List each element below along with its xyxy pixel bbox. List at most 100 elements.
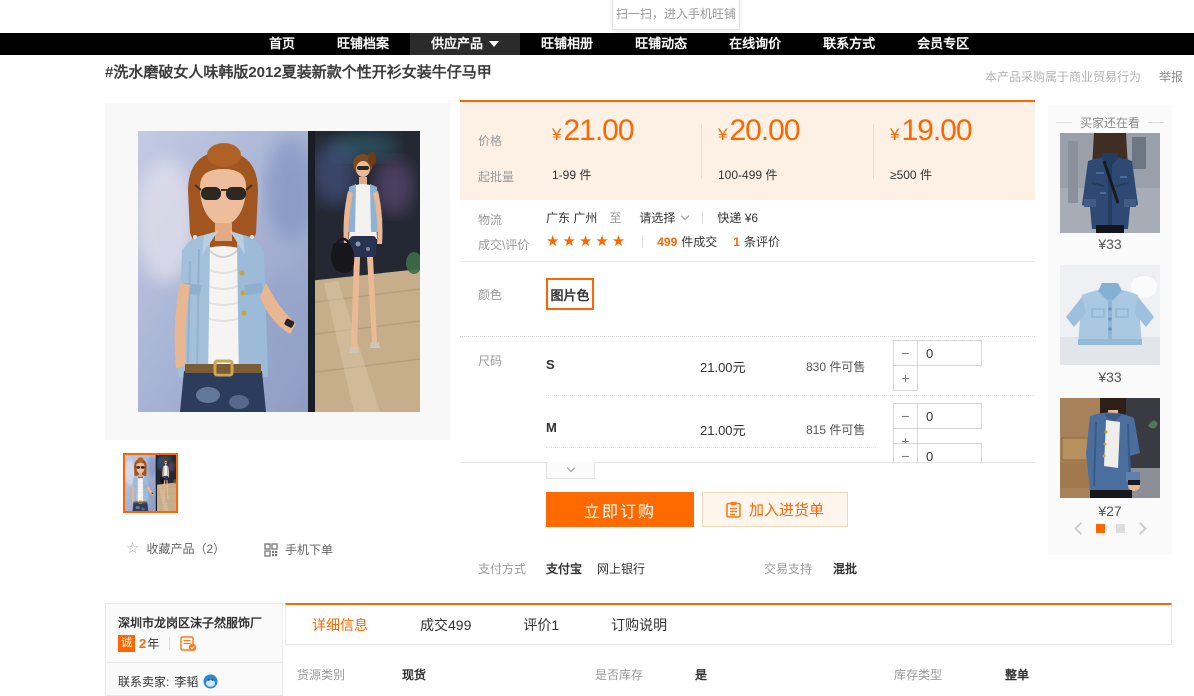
rating-label: 成交\评价 [478,236,529,253]
report-link[interactable]: 举报 [1159,68,1183,85]
contact-seller-row: 联系卖家: 李韬 [118,673,218,690]
recommended-product-image[interactable] [1060,398,1160,498]
dropdown-caret-icon [489,41,499,47]
rating-row: ★★★★★ 499 件成交 1 条评价 [546,233,780,250]
tooltip-text: 扫一扫，进入手机旺铺 [616,5,736,22]
recommended-product-price: ¥33 [1048,236,1172,252]
price-tier-2: ¥ 20.00 [718,114,800,148]
divider [642,235,643,248]
moq-label: 起批量 [478,168,514,185]
clipboard-icon [726,501,741,518]
price-tier-1: ¥ 21.00 [552,114,634,148]
currency-symbol: ¥ [718,125,727,145]
color-label: 颜色 [478,286,502,303]
color-option-selected[interactable]: 图片色 [546,278,594,310]
tier-divider [701,124,702,179]
pager-prev-icon[interactable] [1074,522,1087,535]
tab-sales[interactable]: 成交499 [420,615,471,635]
destination-select[interactable]: 请选择 [639,209,675,226]
nav-item-contact[interactable]: 联系方式 [802,33,896,55]
certificate-icon[interactable] [180,636,197,652]
tab-reviews[interactable]: 评价1 [523,615,559,635]
tab-details[interactable]: 详细信息 [312,615,368,635]
wangwang-chat-icon[interactable] [203,674,218,689]
sold-count[interactable]: 499 [657,235,677,249]
tab-order-info[interactable]: 订购说明 [611,615,667,635]
divider [169,637,170,650]
integrity-badge: 诚 [118,635,135,652]
attribute-label: 货源类别 [297,666,345,683]
nav-item-albums[interactable]: 旺铺相册 [520,33,614,55]
trade-support-value: 混批 [833,560,857,577]
quantity-decrement-button[interactable]: − [893,403,918,429]
price-tier-3: ¥ 19.00 [890,114,972,148]
order-now-button[interactable]: 立即订购 [546,492,694,527]
to-label: 至 [609,209,621,226]
quantity-decrement-button[interactable]: − [893,443,918,462]
attribute-label: 库存类型 [894,666,942,683]
add-to-cart-button[interactable]: 加入进货单 [702,492,848,527]
chevron-down-icon [566,464,574,472]
nav-item-home[interactable]: 首页 [248,33,316,55]
recommended-product-price: ¥33 [1048,369,1172,385]
size-row-price: 21.00元 [700,357,746,376]
review-count[interactable]: 1 [733,235,740,249]
express-fee: 快递 ¥6 [717,209,758,226]
size-row-stock: 815 件可售 [806,421,865,438]
product-thumbnail[interactable] [123,453,178,513]
quantity-stepper: − + [893,340,983,391]
size-row-stock: 830 件可售 [806,358,865,375]
attribute-value: 是 [695,666,707,683]
payment-method-bank: 网上银行 [597,560,645,577]
price-panel: 价格 起批量 ¥ 21.00 ¥ 20.00 ¥ 19.00 1-99 件 10… [460,100,1035,200]
product-title: #洗水磨破女人味韩版2012夏装新款个性开衫女装牛仔马甲 [105,61,492,82]
recommended-product-image[interactable] [1060,133,1160,233]
denim-jacket-photo [1060,398,1160,498]
nav-item-inquiry[interactable]: 在线询价 [708,33,802,55]
payment-label: 支付方式 [478,560,526,577]
favorite-product-button[interactable]: ☆ 收藏产品（2） [126,540,225,557]
attribute-value: 现货 [402,666,426,683]
payment-method-alipay: 支付宝 [546,560,582,577]
recommended-product-image[interactable] [1060,265,1160,365]
recommendations-panel: 买家还在看 ¥33 [1048,105,1172,555]
quantity-increment-button[interactable]: + [893,365,918,391]
quantity-decrement-button[interactable]: − [893,340,918,366]
favorite-label: 收藏产品（2） [146,540,225,557]
tier-divider [873,124,874,179]
pager-next-icon[interactable] [1134,522,1147,535]
nav-item-members[interactable]: 会员专区 [896,33,990,55]
pager-dot[interactable] [1116,524,1125,533]
product-photo [138,131,420,412]
contact-name[interactable]: 李韬 [174,673,198,690]
origin-region: 广东 广州 [546,209,597,226]
nav-item-shop-profile[interactable]: 旺铺档案 [316,33,410,55]
logistics-row: 广东 广州 至 请选择 快递 ¥6 [546,209,758,226]
seller-name[interactable]: 深圳市龙岗区沫子然服饰厂 [118,614,262,631]
seller-card: 深圳市龙岗区沫子然服饰厂 诚 2 年 联系卖家: 李韬 [105,603,283,696]
recommendations-pager [1048,524,1172,533]
attribute-label: 是否库存 [595,666,643,683]
star-rating-icon: ★★★★★ [546,235,628,249]
currency-symbol: ¥ [552,125,561,145]
mobile-order-label: 手机下单 [285,541,333,558]
size-row-name: M [546,420,557,435]
nav-item-updates[interactable]: 旺铺动态 [614,33,708,55]
row-divider [546,395,1035,396]
pager-dot-active[interactable] [1096,524,1105,533]
product-image[interactable] [105,103,450,440]
expand-sizes-button[interactable] [546,462,595,479]
size-list: S 21.00元 830 件可售 − + M 21.00元 815 件可售 − … [460,337,1035,462]
quantity-input[interactable] [917,403,982,429]
quantity-input[interactable] [917,443,982,462]
nav-item-products[interactable]: 供应产品 [410,33,520,55]
mobile-order-button[interactable]: 手机下单 [264,541,333,558]
detail-tabbar: 详细信息 成交499 评价1 订购说明 [285,603,1172,645]
product-thumbnail-photo [125,455,176,511]
moq-tier-2: 100-499 件 [718,166,777,183]
row-divider [546,447,876,448]
chevron-down-icon[interactable] [681,212,689,220]
contact-label: 联系卖家: [118,673,169,690]
quantity-input[interactable] [917,340,982,366]
divider [702,211,703,224]
